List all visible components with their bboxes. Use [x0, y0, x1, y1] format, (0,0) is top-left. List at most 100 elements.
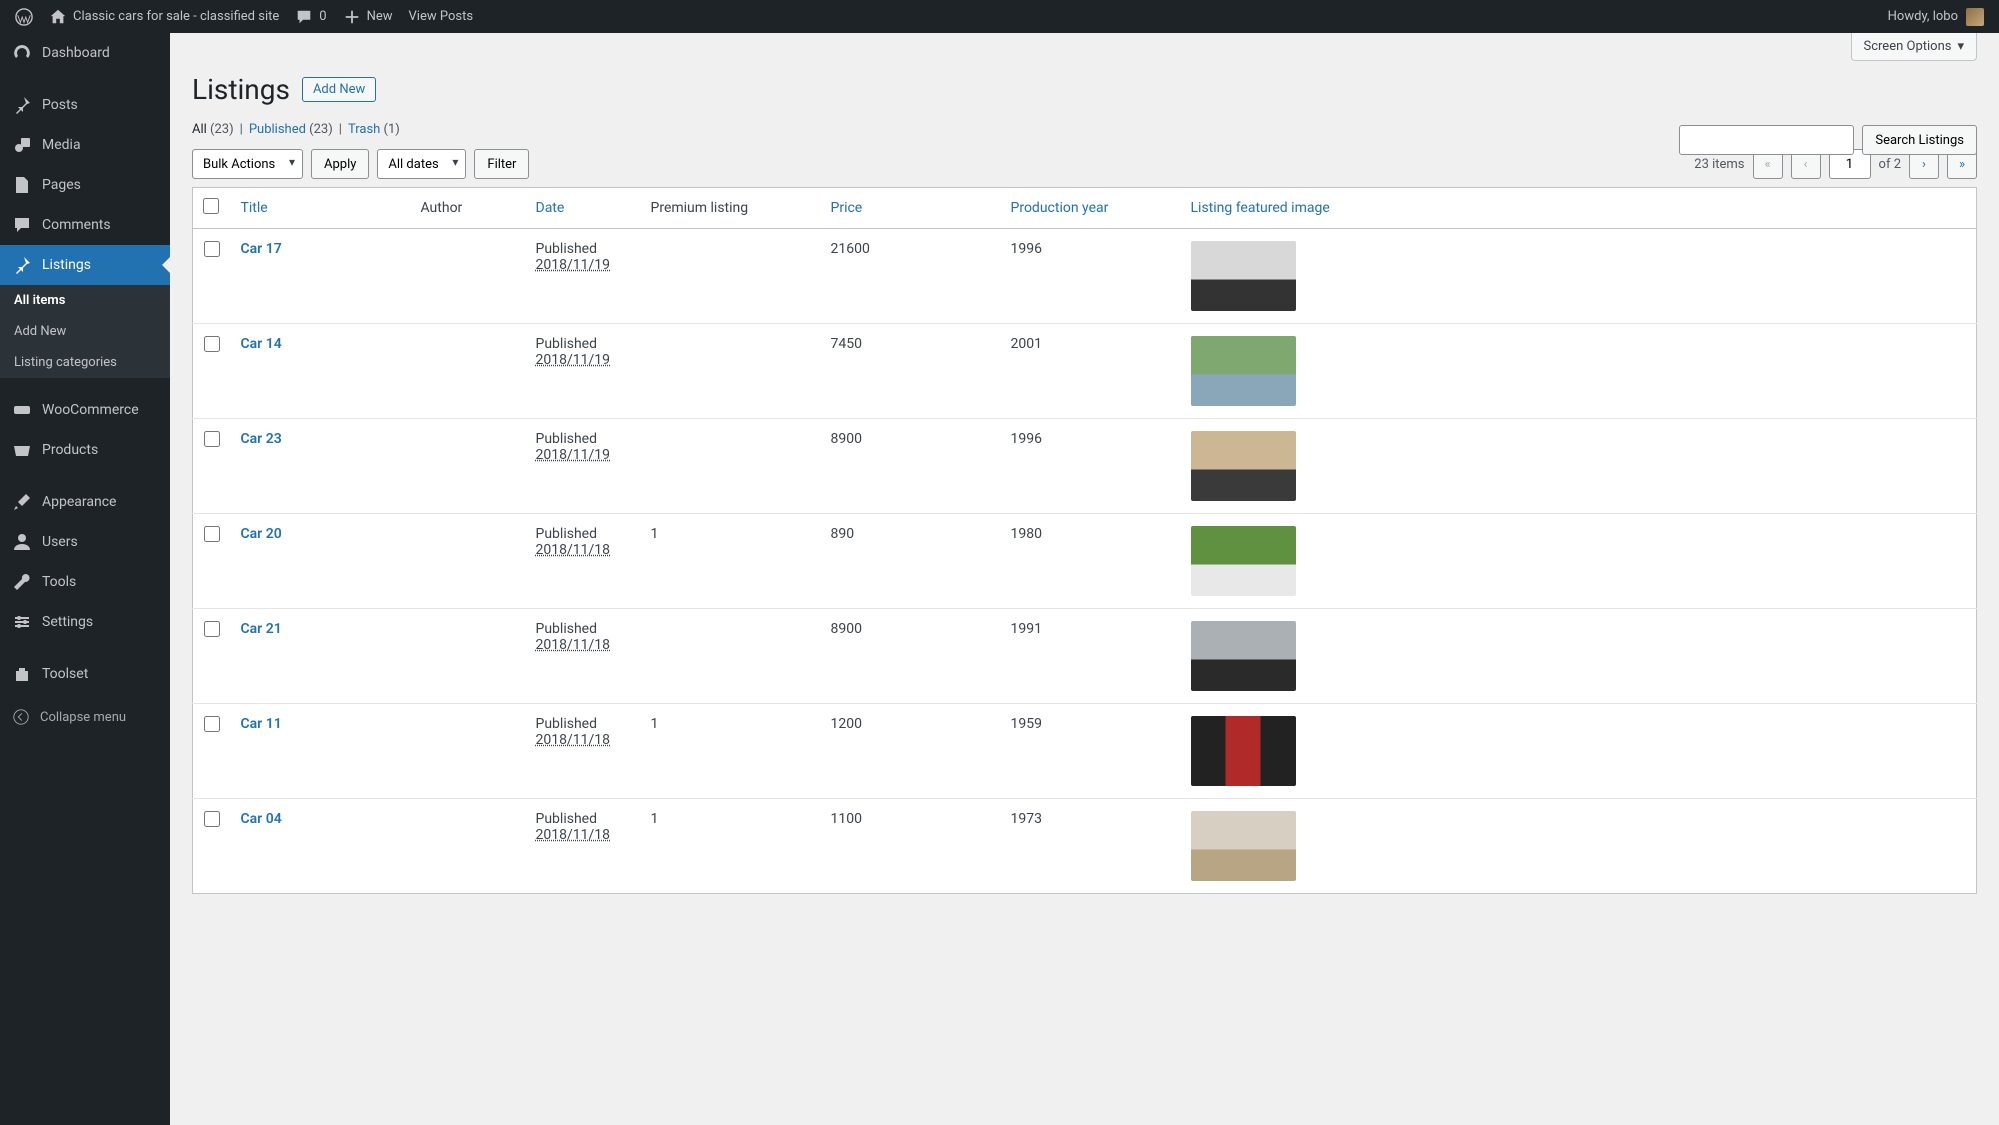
filter-published[interactable]: Published: [249, 122, 306, 137]
new-link[interactable]: New: [343, 8, 393, 26]
sidebar-item-dashboard[interactable]: Dashboard: [0, 33, 170, 73]
row-price: 1100: [821, 799, 1001, 894]
collapse-menu[interactable]: Collapse menu: [0, 698, 170, 736]
sidebar-item-comments[interactable]: Comments: [0, 205, 170, 245]
page-title: Listings: [192, 73, 290, 106]
sidebar-item-users[interactable]: Users: [0, 522, 170, 562]
media-icon: [12, 135, 32, 155]
search-button[interactable]: Search Listings: [1862, 125, 1977, 155]
add-new-button[interactable]: Add New: [302, 77, 376, 102]
column-premium[interactable]: Premium listing: [641, 188, 821, 229]
sidebar-item-appearance[interactable]: Appearance: [0, 482, 170, 522]
site-title: Classic cars for sale - classified site: [73, 9, 279, 24]
column-title[interactable]: Title: [231, 188, 411, 229]
bulk-actions-select[interactable]: Bulk Actions: [192, 149, 303, 179]
sidebar-item-label: Posts: [42, 97, 78, 113]
sidebar-item-label: Toolset: [42, 666, 88, 682]
row-checkbox[interactable]: [204, 716, 220, 732]
sidebar-item-tools[interactable]: Tools: [0, 562, 170, 602]
sidebar-item-toolset[interactable]: Toolset: [0, 654, 170, 694]
dashboard-icon: [12, 43, 32, 63]
row-price: 7450: [821, 324, 1001, 419]
main-content: Screen Options▾ Listings Add New Search …: [170, 33, 1999, 1125]
brush-icon: [12, 492, 32, 512]
column-price[interactable]: Price: [821, 188, 1001, 229]
sidebar-item-settings[interactable]: Settings: [0, 602, 170, 642]
row-title-link[interactable]: Car 23: [241, 431, 282, 447]
row-price: 8900: [821, 419, 1001, 514]
filter-all[interactable]: All: [192, 122, 207, 137]
sidebar-item-products[interactable]: Products: [0, 430, 170, 470]
settings-icon: [12, 612, 32, 632]
search-input[interactable]: [1679, 125, 1854, 155]
column-date[interactable]: Date: [526, 188, 641, 229]
row-year: 1959: [1001, 704, 1181, 799]
row-checkbox[interactable]: [204, 811, 220, 827]
row-premium: [641, 324, 821, 419]
apply-button[interactable]: Apply: [311, 149, 369, 179]
row-checkbox[interactable]: [204, 621, 220, 637]
select-all-checkbox[interactable]: [203, 198, 219, 214]
total-pages: of 2: [1879, 157, 1901, 172]
filter-trash-count: (1): [384, 122, 400, 137]
table-row: Car 23Published2018/11/1989001996: [193, 419, 1977, 514]
view-posts-link[interactable]: View Posts: [409, 9, 474, 24]
sidebar-item-pages[interactable]: Pages: [0, 165, 170, 205]
avatar[interactable]: [1966, 8, 1984, 26]
row-title-link[interactable]: Car 20: [241, 526, 282, 542]
sidebar-item-woocommerce[interactable]: WooCommerce: [0, 390, 170, 430]
wp-logo-icon[interactable]: [15, 8, 33, 26]
row-title-link[interactable]: Car 21: [241, 621, 282, 637]
row-title-link[interactable]: Car 11: [241, 716, 282, 732]
sidebar-item-label: Dashboard: [42, 45, 110, 61]
sidebar-item-listings[interactable]: Listings: [0, 245, 170, 285]
submenu-all-items[interactable]: All items: [0, 285, 170, 316]
products-icon: [12, 440, 32, 460]
pin-icon: [12, 95, 32, 115]
row-price: 21600: [821, 229, 1001, 324]
sidebar-item-label: Appearance: [42, 494, 116, 510]
screen-options-button[interactable]: Screen Options▾: [1851, 33, 1978, 61]
row-title-link[interactable]: Car 17: [241, 241, 282, 257]
row-year: 1996: [1001, 229, 1181, 324]
column-year[interactable]: Production year: [1001, 188, 1181, 229]
row-checkbox[interactable]: [204, 431, 220, 447]
comments-link[interactable]: 0: [295, 8, 326, 26]
column-author[interactable]: Author: [411, 188, 526, 229]
row-checkbox[interactable]: [204, 526, 220, 542]
new-label: New: [367, 9, 393, 24]
row-thumbnail: [1191, 716, 1296, 786]
sidebar-item-media[interactable]: Media: [0, 125, 170, 165]
sidebar-item-label: Settings: [42, 614, 93, 630]
row-checkbox[interactable]: [204, 241, 220, 257]
comment-icon: [295, 8, 313, 26]
sidebar-item-label: Users: [42, 534, 78, 550]
row-thumbnail: [1191, 431, 1296, 501]
submenu-add-new[interactable]: Add New: [0, 316, 170, 347]
howdy-text[interactable]: Howdy, lobo: [1888, 9, 1958, 24]
sidebar-item-label: Comments: [42, 217, 111, 233]
row-title-link[interactable]: Car 14: [241, 336, 282, 352]
filter-button[interactable]: Filter: [474, 149, 529, 179]
row-status: Published: [536, 336, 597, 352]
filter-trash[interactable]: Trash: [348, 122, 380, 137]
row-title-link[interactable]: Car 04: [241, 811, 282, 827]
sidebar-item-label: Media: [42, 137, 81, 153]
row-year: 1980: [1001, 514, 1181, 609]
collapse-icon: [12, 708, 30, 726]
row-status: Published: [536, 526, 597, 542]
dates-select[interactable]: All dates: [377, 149, 466, 179]
row-date: 2018/11/19: [536, 352, 611, 368]
row-year: 1973: [1001, 799, 1181, 894]
column-image[interactable]: Listing featured image: [1181, 188, 1977, 229]
sidebar-item-posts[interactable]: Posts: [0, 85, 170, 125]
wrench-icon: [12, 572, 32, 592]
filter-published-count: (23): [309, 122, 333, 137]
page-icon: [12, 175, 32, 195]
submenu-listing-categories[interactable]: Listing categories: [0, 347, 170, 378]
row-premium: 1: [641, 514, 821, 609]
site-title-link[interactable]: Classic cars for sale - classified site: [49, 8, 279, 26]
user-icon: [12, 532, 32, 552]
row-checkbox[interactable]: [204, 336, 220, 352]
row-premium: 1: [641, 704, 821, 799]
